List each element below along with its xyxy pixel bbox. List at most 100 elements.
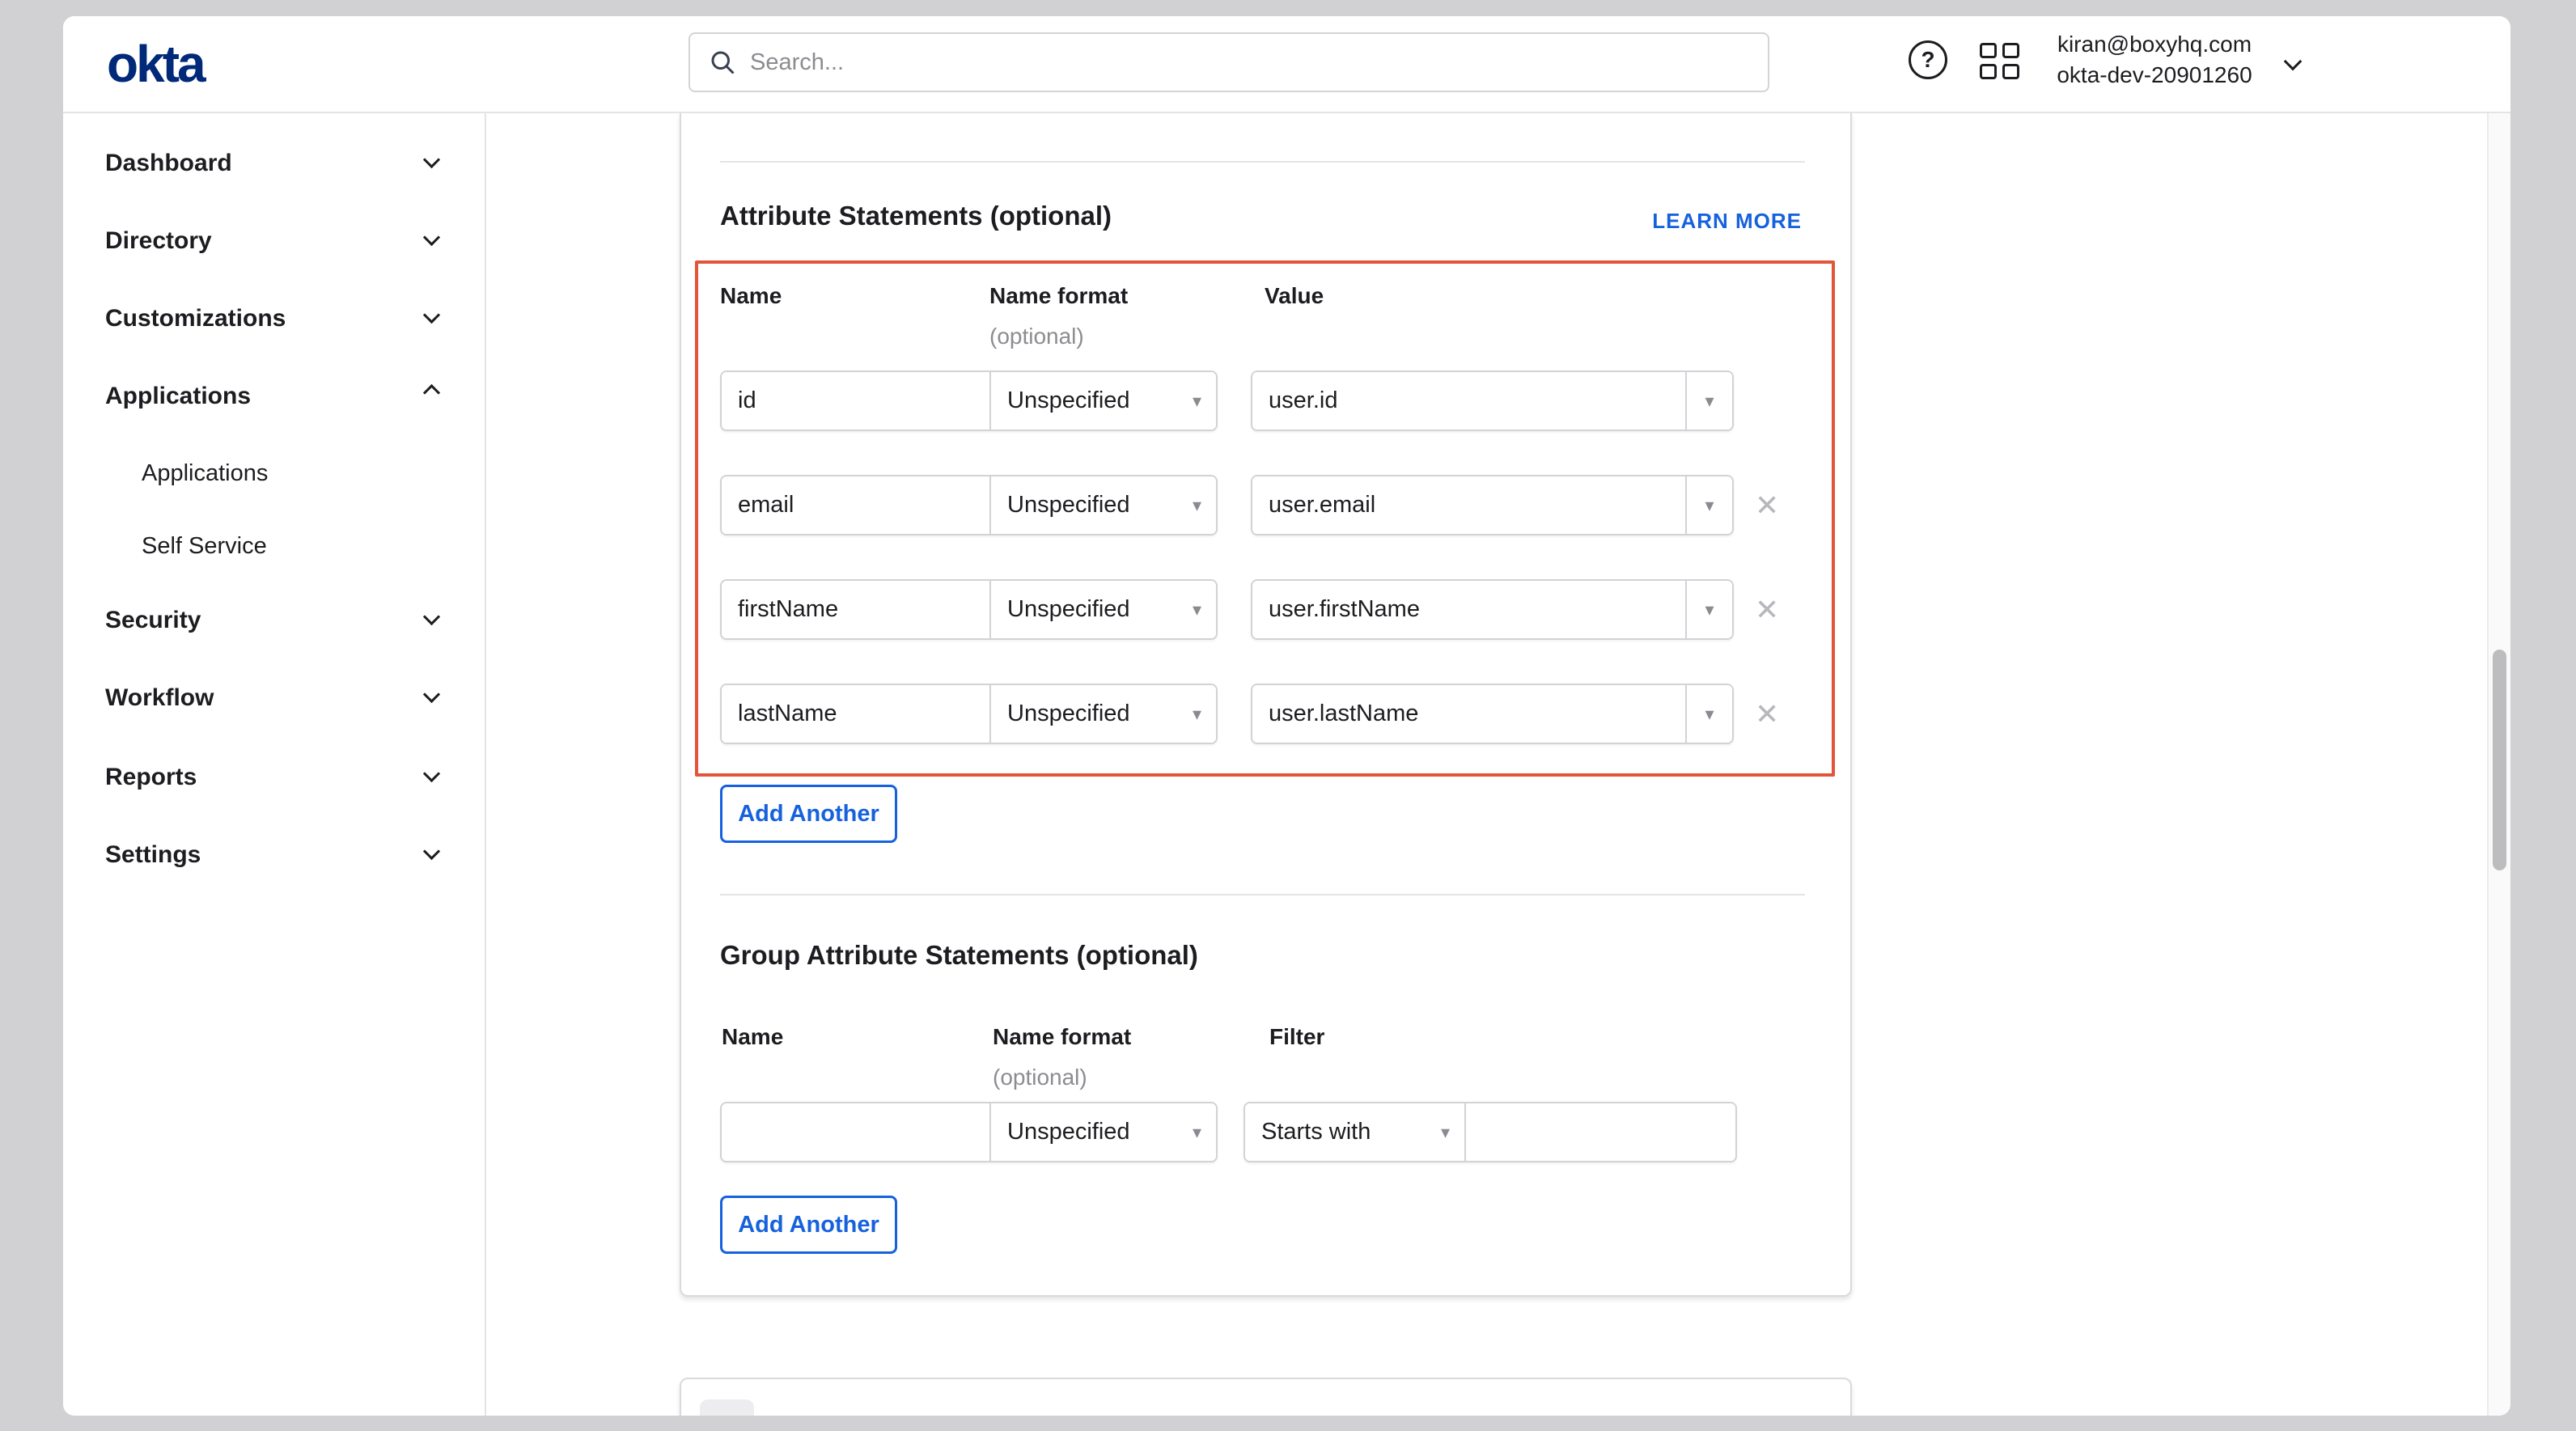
selected-format: Unspecified	[1007, 596, 1130, 623]
filter-type-select[interactable]: Starts with ▾	[1245, 1103, 1464, 1161]
sidebar-item-label: Dashboard	[105, 150, 232, 176]
filter-group: Starts with ▾	[1244, 1102, 1737, 1162]
sidebar-item-label: Directory	[105, 227, 212, 254]
value-dropdown-button[interactable]: ▾	[1685, 476, 1732, 534]
grid-square	[1980, 43, 1997, 58]
saml-settings-card: Attribute Statements (optional) LEARN MO…	[680, 113, 1852, 1297]
global-search[interactable]	[688, 32, 1769, 92]
attr-value-combo: ▾	[1251, 370, 1734, 431]
sidebar-item-dashboard[interactable]: Dashboard	[63, 149, 485, 181]
group-attribute-row: Unspecified ▾ Starts with ▾	[720, 1102, 1802, 1162]
delete-row-icon[interactable]: ✕	[1755, 700, 1779, 729]
caret-down-icon: ▾	[1705, 599, 1714, 620]
account-org: okta-dev-20901260	[2057, 61, 2252, 89]
name-format-select[interactable]: Unspecified ▾	[989, 372, 1216, 430]
attr-name-input[interactable]	[722, 685, 989, 743]
name-format-group: Unspecified ▾	[720, 475, 1218, 536]
chevron-down-icon	[423, 608, 440, 625]
attr-name-input[interactable]	[722, 476, 989, 534]
attribute-row: Unspecified ▾ ▾ ✕	[720, 475, 1832, 536]
sidebar-item-reports[interactable]: Reports	[63, 763, 485, 795]
sidebar-item-label: Workflow	[105, 684, 214, 711]
divider	[720, 894, 1805, 895]
delete-row-icon[interactable]: ✕	[1755, 491, 1779, 520]
sidebar-item-label: Applications	[105, 383, 251, 409]
sidebar-item-label: Customizations	[105, 305, 286, 332]
add-another-attribute-button[interactable]: Add Another	[720, 785, 897, 843]
sidebar-item-label: Reports	[105, 764, 197, 790]
caret-down-icon: ▾	[1193, 391, 1201, 412]
delete-row-icon[interactable]: ✕	[1755, 595, 1779, 624]
name-format-select[interactable]: Unspecified ▾	[989, 1103, 1216, 1161]
column-format: Name format	[989, 283, 1128, 309]
search-icon	[708, 48, 737, 77]
sidebar-item-directory[interactable]: Directory	[63, 227, 485, 259]
name-format-group: Unspecified ▾	[720, 579, 1218, 640]
name-format-select[interactable]: Unspecified ▾	[989, 476, 1216, 534]
column-value: Value	[1265, 283, 1324, 309]
selected-format: Unspecified	[1007, 387, 1130, 414]
help-icon[interactable]: ?	[1909, 40, 1947, 79]
attr-value-input[interactable]	[1252, 372, 1685, 430]
account-email: kiran@boxyhq.com	[2057, 31, 2252, 58]
value-dropdown-button[interactable]: ▾	[1685, 372, 1732, 430]
caret-down-icon: ▾	[1705, 704, 1714, 725]
sidebar-nav: Dashboard Directory Customizations Appli…	[63, 113, 486, 1416]
attr-name-input[interactable]	[722, 581, 989, 638]
sidebar-item-label: Applications	[142, 460, 268, 486]
sidebar-item-security[interactable]: Security	[63, 606, 485, 638]
column-format-note: (optional)	[989, 324, 1084, 349]
divider	[720, 161, 1805, 163]
sidebar-item-applications-sub[interactable]: Applications	[63, 459, 485, 491]
column-format: Name format	[993, 1024, 1131, 1050]
selected-format: Unspecified	[1007, 1119, 1130, 1145]
search-input[interactable]	[750, 49, 1750, 76]
column-name: Name	[720, 283, 782, 309]
okta-logo[interactable]: okta	[107, 34, 204, 94]
attribute-statements-title: Attribute Statements (optional)	[720, 201, 1112, 231]
attr-value-combo: ▾	[1251, 579, 1734, 640]
chevron-down-icon	[423, 229, 440, 246]
filter-value-input[interactable]	[1464, 1103, 1735, 1161]
selected-format: Unspecified	[1007, 701, 1130, 727]
sidebar-item-applications[interactable]: Applications	[63, 382, 485, 414]
column-filter: Filter	[1269, 1024, 1324, 1050]
sidebar-item-label: Settings	[105, 841, 201, 868]
name-format-group: Unspecified ▾	[720, 370, 1218, 431]
add-another-group-attribute-button[interactable]: Add Another	[720, 1196, 897, 1254]
group-name-input[interactable]	[722, 1103, 989, 1161]
caret-down-icon: ▾	[1441, 1122, 1450, 1143]
grid-square	[2002, 43, 2019, 58]
attr-name-input[interactable]	[722, 372, 989, 430]
learn-more-link[interactable]: LEARN MORE	[1652, 209, 1802, 234]
caret-down-icon: ▾	[1193, 704, 1201, 725]
attr-value-input[interactable]	[1252, 581, 1685, 638]
sidebar-item-self-service[interactable]: Self Service	[63, 531, 485, 564]
attr-value-combo: ▾	[1251, 475, 1734, 536]
account-menu[interactable]: kiran@boxyhq.com okta-dev-20901260	[2037, 31, 2272, 89]
caret-down-icon: ▾	[1193, 1122, 1201, 1143]
attribute-row: Unspecified ▾ ▾ ✕	[720, 579, 1832, 640]
name-format-select[interactable]: Unspecified ▾	[989, 685, 1216, 743]
caret-down-icon: ▾	[1193, 599, 1201, 620]
attribute-row: Unspecified ▾ ▾ ✕	[720, 684, 1832, 744]
sidebar-item-label: Self Service	[142, 533, 267, 559]
apps-grid-icon[interactable]	[1980, 43, 2022, 80]
chevron-down-icon[interactable]	[2284, 53, 2303, 71]
name-format-group: Unspecified ▾	[720, 1102, 1218, 1162]
sidebar-item-settings[interactable]: Settings	[63, 840, 485, 873]
attribute-columns-header: Name Name format Value (optional)	[720, 283, 1832, 370]
value-dropdown-button[interactable]: ▾	[1685, 685, 1732, 743]
attr-value-input[interactable]	[1252, 476, 1685, 534]
group-attribute-section: Name Name format Filter (optional) Unspe…	[720, 1024, 1802, 1162]
grid-square	[1980, 64, 1997, 79]
scrollbar-thumb[interactable]	[2493, 650, 2506, 870]
caret-down-icon: ▾	[1705, 391, 1714, 412]
attr-value-input[interactable]	[1252, 685, 1685, 743]
name-format-select[interactable]: Unspecified ▾	[989, 581, 1216, 638]
sidebar-item-customizations[interactable]: Customizations	[63, 304, 485, 337]
attr-value-combo: ▾	[1251, 684, 1734, 744]
value-dropdown-button[interactable]: ▾	[1685, 581, 1732, 638]
sidebar-item-workflow[interactable]: Workflow	[63, 684, 485, 716]
scrollbar-track[interactable]	[2487, 113, 2510, 1416]
